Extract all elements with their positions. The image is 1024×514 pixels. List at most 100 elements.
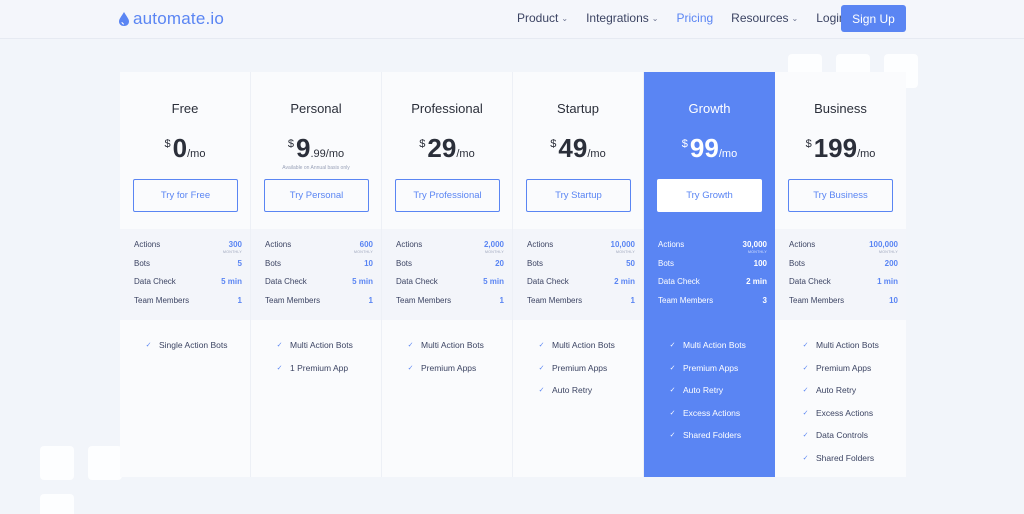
limit-label: Data Check <box>265 277 307 286</box>
price-amount: 99 <box>689 133 719 163</box>
limit-label: Team Members <box>134 295 190 305</box>
plan-limits: Actions 300 MONTHLY Bots 5 Data Check 5 m… <box>120 229 250 320</box>
check-icon: ✓ <box>669 409 676 417</box>
feature-item: ✓ Multi Action Bots <box>275 334 381 357</box>
limit-value: 100,000 <box>869 240 898 249</box>
try-personal-button[interactable]: Try Personal <box>264 179 369 212</box>
check-icon: ✓ <box>669 364 676 372</box>
nav-item-product[interactable]: Product ⌄ <box>517 11 568 25</box>
limit-row: Team Members 3 <box>658 292 767 311</box>
limit-label: Data Check <box>134 277 176 286</box>
feature-label: Multi Action Bots <box>683 340 746 351</box>
logo-text: automate.io <box>133 9 225 28</box>
plan-column-personal: Personal $ 9.99 /mo Available on Annual … <box>251 72 382 477</box>
limit-value: 5 min <box>221 277 242 286</box>
limit-value: 10 <box>364 258 373 268</box>
limit-label: Bots <box>396 258 413 268</box>
feature-label: Premium Apps <box>683 362 739 373</box>
price-currency: $ <box>681 138 688 150</box>
limit-value: 5 min <box>483 277 504 286</box>
feature-label: Auto Retry <box>552 385 593 396</box>
limit-row: Data Check 2 min <box>527 273 635 292</box>
feature-label: Data Controls <box>816 430 868 441</box>
price-amount: 199 <box>813 133 858 163</box>
feature-label: Excess Actions <box>683 407 741 418</box>
feature-item: ✓ Multi Action Bots <box>668 334 775 357</box>
limit-label: Actions <box>658 240 685 249</box>
try-growth-button[interactable]: Try Growth <box>657 179 762 212</box>
limit-row: Data Check 5 min <box>396 273 504 292</box>
limit-value: 2,000 <box>483 240 504 249</box>
price-currency: $ <box>287 138 294 150</box>
try-startup-button[interactable]: Try Startup <box>526 179 631 212</box>
plan-limits: Actions 30,000 MONTHLY Bots 100 Data Chec… <box>644 229 775 320</box>
plan-limits: Actions 100,000 MONTHLY Bots 200 Data Che… <box>775 229 906 320</box>
plan-features: ✓ Multi Action Bots ✓ Premium Apps ✓ Aut… <box>644 334 775 447</box>
nav-item-integrations[interactable]: Integrations ⌄ <box>586 11 658 25</box>
limit-row: Bots 100 <box>658 255 767 274</box>
limit-row: Bots 10 <box>265 255 373 274</box>
limit-value: 100 <box>753 258 767 268</box>
limit-row: Team Members 10 <box>789 292 898 311</box>
limit-label: Bots <box>134 258 151 268</box>
plan-price: $ 29/mo <box>382 134 512 162</box>
limit-sub-label: MONTHLY <box>879 250 898 254</box>
feature-label: 1 Premium App <box>290 362 349 373</box>
chevron-down-icon: ⌄ <box>791 14 799 23</box>
limit-value: 20 <box>495 258 504 268</box>
feature-label: Shared Folders <box>816 452 875 463</box>
plan-name: Startup <box>557 101 599 116</box>
feature-item: ✓ Data Controls <box>801 424 906 447</box>
limit-row: Team Members 1 <box>265 292 373 311</box>
limit-label: Bots <box>527 258 544 268</box>
limit-row: Bots 20 <box>396 255 504 274</box>
price-amount: 29 <box>427 133 457 163</box>
limit-value: 10 <box>889 295 898 305</box>
limit-label: Team Members <box>789 295 845 305</box>
check-icon: ✓ <box>669 342 676 350</box>
limit-value: 50 <box>626 258 635 268</box>
try-free-button[interactable]: Try for Free <box>133 179 238 212</box>
plan-limits: Actions 600 MONTHLY Bots 10 Data Check 5 … <box>251 229 381 320</box>
limit-row: Actions 600 MONTHLY <box>265 236 373 255</box>
limit-label: Bots <box>265 258 282 268</box>
plan-limits: Actions 10,000 MONTHLY Bots 50 Data Check… <box>513 229 643 320</box>
feature-item: ✓ Excess Actions <box>801 402 906 425</box>
feature-label: Auto Retry <box>816 385 857 396</box>
limit-label: Actions <box>396 240 423 249</box>
plan-features: ✓ Multi Action Bots ✓ Premium Apps <box>382 334 512 379</box>
check-icon: ✓ <box>407 364 414 372</box>
limit-row: Team Members 1 <box>527 292 635 311</box>
price-period: /mo <box>456 148 475 160</box>
feature-item: ✓ Auto Retry <box>537 379 643 402</box>
plan-price: $ 49/mo <box>513 134 643 162</box>
nav-item-pricing[interactable]: Pricing <box>676 11 713 25</box>
feature-item: ✓ Single Action Bots <box>144 334 250 357</box>
nav-item-resources[interactable]: Resources ⌄ <box>731 11 798 25</box>
check-icon: ✓ <box>538 387 545 395</box>
feature-item: ✓ Multi Action Bots <box>537 334 643 357</box>
limit-label: Data Check <box>527 277 569 286</box>
decor-square <box>40 494 74 514</box>
try-business-button[interactable]: Try Business <box>788 179 893 212</box>
limit-row: Data Check 5 min <box>265 273 373 292</box>
limit-value: 5 <box>237 258 242 268</box>
limit-row: Actions 300 MONTHLY <box>134 236 242 255</box>
limit-label: Data Check <box>396 277 438 286</box>
logo[interactable]: automate.io <box>117 9 224 29</box>
feature-label: Multi Action Bots <box>421 340 484 351</box>
feature-label: Auto Retry <box>683 385 724 396</box>
price-amount: 0 <box>172 133 188 163</box>
try-professional-button[interactable]: Try Professional <box>395 179 500 212</box>
limit-label: Bots <box>789 258 806 268</box>
sign-up-button[interactable]: Sign Up <box>841 5 906 32</box>
limit-row: Bots 50 <box>527 255 635 274</box>
plan-name: Free <box>171 101 199 116</box>
feature-item: ✓ Premium Apps <box>406 357 512 380</box>
limit-value: 1 <box>499 295 504 305</box>
limit-value: 2 min <box>614 277 635 286</box>
limit-sub-label: MONTHLY <box>485 250 504 254</box>
price-period: /mo <box>718 148 738 160</box>
plan-price: $ 199/mo <box>775 134 906 162</box>
feature-label: Premium Apps <box>816 362 872 373</box>
